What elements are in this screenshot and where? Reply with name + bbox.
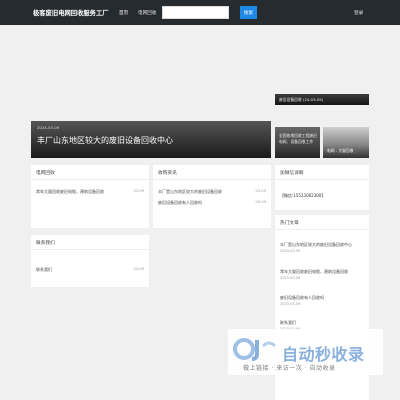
contact-card: 联系我们 联系我们 03-09: [31, 235, 149, 287]
hot-article-item[interactable]: 废旧设备回收有人回收吗 2023-03-09: [280, 295, 364, 306]
hot-article-item[interactable]: 丰厂是山东地区较大的废旧设备回收中心 2023-03-09: [280, 242, 364, 253]
watermark-subtitle: 做上链接 · 来访一次 · 自动收录: [243, 365, 336, 372]
top-navbar: 极客废旧电网回收服务工厂 首页 电网回收 搜索 登录: [0, 0, 400, 25]
search-button[interactable]: 搜索: [240, 6, 257, 19]
list-item-date: 03-09: [133, 189, 144, 193]
hot-article-date: 2023-03-09: [280, 248, 301, 253]
search-input[interactable]: [162, 6, 229, 19]
list-item-title[interactable]: 联系我们: [36, 267, 52, 273]
list-item-date: 03-09: [255, 189, 266, 193]
card-title: 加微信详聊: [275, 165, 369, 180]
side-banner-2[interactable]: 全国各地回收工程废旧电网、设备回收工作: [275, 127, 320, 158]
list-item[interactable]: 丰厂是山东地区较大的废旧设备回收 03-09: [153, 186, 271, 197]
list-item[interactable]: 联系我们 03-09: [31, 264, 149, 275]
login-link[interactable]: 登录: [354, 10, 363, 16]
side-banner-3[interactable]: 电网 - 大量回收: [323, 127, 369, 158]
list-item[interactable]: 常年大量回收废旧电缆，建筑设备回收 03-09: [31, 186, 149, 197]
card-title[interactable]: 收购资讯: [153, 165, 271, 180]
list-item-title[interactable]: 废旧设备回收有人回收吗: [158, 200, 202, 206]
recycle-card: 电网回收 常年大量回收废旧电缆，建筑设备回收 03-09: [31, 165, 149, 228]
nav-recycle[interactable]: 电网回收: [138, 10, 156, 16]
card-title[interactable]: 联系我们: [31, 235, 149, 250]
side-banner-3-caption: 电网 - 大量回收: [327, 148, 354, 153]
list-item-date: 03-09: [133, 267, 144, 271]
side-banner-1[interactable]: 废旧设备回收 (24-03-09): [275, 94, 369, 105]
hot-article-title[interactable]: 常年大量回收废旧电缆，建筑设备回收: [280, 269, 364, 275]
card-title: 热门文章: [275, 215, 369, 230]
site-logo[interactable]: 极客废旧电网回收服务工厂: [33, 8, 109, 17]
hero-title[interactable]: 丰厂山东地区较大的废旧设备回收中心: [37, 135, 173, 146]
side-banner-2-caption: 全国各地回收工程废旧电网、设备回收工作: [279, 133, 317, 144]
hot-article-date: 2023-03-09: [280, 301, 301, 306]
watermark-logo-icon: [233, 338, 277, 361]
list-item-date: 03-09: [255, 200, 266, 204]
card-title[interactable]: 电网回收: [31, 165, 149, 180]
list-item-title[interactable]: 丰厂是山东地区较大的废旧设备回收: [158, 189, 222, 195]
nav-home[interactable]: 首页: [117, 10, 130, 16]
side-banner-1-caption: 废旧设备回收 (24-03-09): [279, 97, 324, 102]
watermark-title: 自动秒收录: [282, 345, 365, 364]
hot-article-title[interactable]: 废旧设备回收有人回收吗: [280, 295, 364, 301]
hot-article-item[interactable]: 常年大量回收废旧电缆，建筑设备回收 2023-03-09: [280, 269, 364, 280]
hot-article-title[interactable]: 丰厂是山东地区较大的废旧设备回收中心: [280, 242, 364, 248]
hero-date: 2024-03-09: [37, 125, 60, 130]
wechat-contact: 【微信:15523002300】: [280, 193, 326, 198]
hot-article-title[interactable]: 联系我们: [280, 320, 364, 326]
list-item[interactable]: 废旧设备回收有人回收吗 03-09: [153, 197, 271, 208]
list-item-title[interactable]: 常年大量回收废旧电缆，建筑设备回收: [36, 189, 104, 195]
watermark: 自动秒收录 做上链接 · 来访一次 · 自动收录: [228, 329, 388, 379]
wechat-card: 加微信详聊 【微信:15523002300】: [275, 165, 369, 210]
news-card: 收购资讯 丰厂是山东地区较大的废旧设备回收 03-09 废旧设备回收有人回收吗 …: [153, 165, 271, 228]
hero-banner[interactable]: 2024-03-09 丰厂山东地区较大的废旧设备回收中心: [31, 121, 271, 158]
hot-article-date: 2023-03-09: [280, 275, 301, 280]
